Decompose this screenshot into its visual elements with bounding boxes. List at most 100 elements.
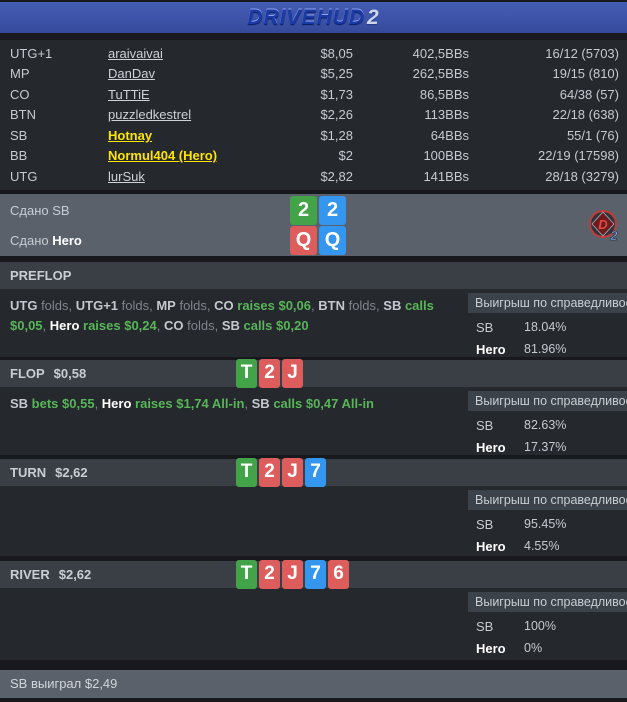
street-section: PREFLOP UTG folds, UTG+1 folds, MP folds… <box>0 262 627 357</box>
card-T-green: T <box>236 359 257 388</box>
board-cards: T2J7 <box>236 458 326 487</box>
drivehud-replayer-badge-icon: D 2 <box>587 208 621 242</box>
equity-row: SB 18.04% <box>468 313 627 335</box>
dealt-cards-section: Сдано SB 22 Сдано Hero QQ D 2 <box>0 194 627 256</box>
hand-replayer-icon[interactable]: D 2 <box>587 208 621 242</box>
equity-rows: SB 18.04% Hero 81.96% <box>468 313 627 357</box>
action-token-actor: UTG <box>10 298 37 313</box>
card-T-green: T <box>236 560 257 589</box>
equity-rows: SB 100% Hero 0% <box>468 612 627 656</box>
streets-container: PREFLOP UTG folds, UTG+1 folds, MP folds… <box>0 262 627 660</box>
equity-player: Hero <box>476 342 524 357</box>
drivehud-logo: DRIVEHUD2 <box>247 7 379 28</box>
equity-value: 0% <box>524 641 542 656</box>
result-bar: SB выиграл $2,49 <box>0 670 627 698</box>
action-token-sep: , <box>95 396 102 411</box>
dealt-subject: SB <box>52 203 69 218</box>
action-token-bet: calls $0,47 All-in <box>270 396 374 411</box>
player-position: SB <box>10 128 108 143</box>
board-cards: T2J <box>236 359 303 388</box>
player-row: SB Hotnay $1,28 64BBs 55/1 (76) <box>0 125 627 146</box>
player-name-link[interactable]: Normul404 (Hero) <box>108 148 217 163</box>
street-pot: $0,58 <box>54 366 87 381</box>
player-stack: $2,82 <box>275 169 353 184</box>
card-7-blue: 7 <box>305 458 326 487</box>
street-name: FLOP <box>10 366 45 381</box>
player-name-link[interactable]: TuTTiE <box>108 87 150 102</box>
player-stats: 19/15 (810) <box>469 66 619 81</box>
dealt-row: Сдано SB 22 <box>0 196 627 225</box>
action-token-actor: BTN <box>318 298 345 313</box>
dealt-rows: Сдано SB 22 Сдано Hero QQ <box>0 196 627 255</box>
player-stack: $5,25 <box>275 66 353 81</box>
street-body: UTG folds, UTG+1 folds, MP folds, CO rai… <box>0 289 627 357</box>
player-stats: 22/18 (638) <box>469 107 619 122</box>
street-header-bar: PREFLOP <box>0 262 627 289</box>
action-token-hero: Hero <box>50 318 80 333</box>
card-Q-red: Q <box>290 226 317 255</box>
equity-row: SB 95.45% <box>468 510 627 532</box>
player-row: CO TuTTiE $1,73 86,5BBs 64/38 (57) <box>0 84 627 105</box>
street-actions <box>0 486 468 556</box>
equity-panel-title: Выигрыш по справедливости <box>468 592 627 612</box>
card-2-red: 2 <box>259 359 280 388</box>
svg-text:D: D <box>598 217 608 232</box>
action-token-actor: SB <box>10 396 28 411</box>
equity-panel-title: Выигрыш по справедливости <box>468 293 627 313</box>
equity-rows: SB 95.45% Hero 4.55% <box>468 510 627 554</box>
player-name-link[interactable]: Hotnay <box>108 128 152 143</box>
dealt-label: Сдано SB <box>0 203 290 218</box>
player-stack-bbs: 262,5BBs <box>353 66 469 81</box>
player-position: UTG+1 <box>10 46 108 61</box>
player-position: UTG <box>10 169 108 184</box>
equity-player: SB <box>476 320 524 335</box>
action-token-actor: SB <box>222 318 240 333</box>
board-cards: T2J76 <box>236 560 349 589</box>
action-token-sep: , <box>69 298 76 313</box>
equity-row: Hero 4.55% <box>468 532 627 554</box>
player-stack: $2,26 <box>275 107 353 122</box>
card-J-red: J <box>282 458 303 487</box>
card-T-green: T <box>236 458 257 487</box>
hole-cards: 22 <box>290 196 346 225</box>
street-body: SB bets $0,55, Hero raises $1,74 All-in,… <box>0 387 627 455</box>
player-name-link[interactable]: puzzledkestrel <box>108 107 191 122</box>
action-token-sep: , <box>244 396 251 411</box>
street-header-bar: TURN $2,62 T2J7 <box>0 459 627 486</box>
card-J-red: J <box>282 359 303 388</box>
action-token-sep: , <box>215 318 222 333</box>
player-stack: $1,73 <box>275 87 353 102</box>
action-token-fold: folds <box>37 298 68 313</box>
action-token-actor: SB <box>383 298 401 313</box>
dealt-subject: Hero <box>52 233 82 248</box>
logo-suffix: 2 <box>367 6 380 29</box>
street-section: RIVER $2,62 T2J76 Выигрыш по справедливо… <box>0 561 627 660</box>
card-7-blue: 7 <box>305 560 326 589</box>
hole-cards: QQ <box>290 226 346 255</box>
card-2-blue: 2 <box>319 196 346 225</box>
player-stack-bbs: 100BBs <box>353 148 469 163</box>
player-name-link[interactable]: araivaivai <box>108 46 163 61</box>
action-token-actor: SB <box>252 396 270 411</box>
dealt-row: Сдано Hero QQ <box>0 226 627 255</box>
equity-panel-title: Выигрыш по справедливости <box>468 490 627 510</box>
street-actions <box>0 588 468 660</box>
equity-row: SB 82.63% <box>468 411 627 433</box>
street-header-bar: RIVER $2,62 T2J76 <box>0 561 627 588</box>
player-name-link[interactable]: DanDav <box>108 66 155 81</box>
equity-player: Hero <box>476 440 524 455</box>
player-stack: $2 <box>275 148 353 163</box>
action-token-sep: , <box>157 318 164 333</box>
equity-row: Hero 0% <box>468 634 627 656</box>
action-token-bet: bets $0,55 <box>28 396 95 411</box>
player-position: MP <box>10 66 108 81</box>
action-token-fold: folds <box>184 318 215 333</box>
card-2-red: 2 <box>259 560 280 589</box>
player-stack: $8,05 <box>275 46 353 61</box>
equity-player: Hero <box>476 641 524 656</box>
action-token-actor: MP <box>156 298 176 313</box>
action-token-hero: Hero <box>102 396 132 411</box>
card-2-red: 2 <box>259 458 280 487</box>
equity-panel-title: Выигрыш по справедливости <box>468 391 627 411</box>
player-name-link[interactable]: lurSuk <box>108 169 145 184</box>
